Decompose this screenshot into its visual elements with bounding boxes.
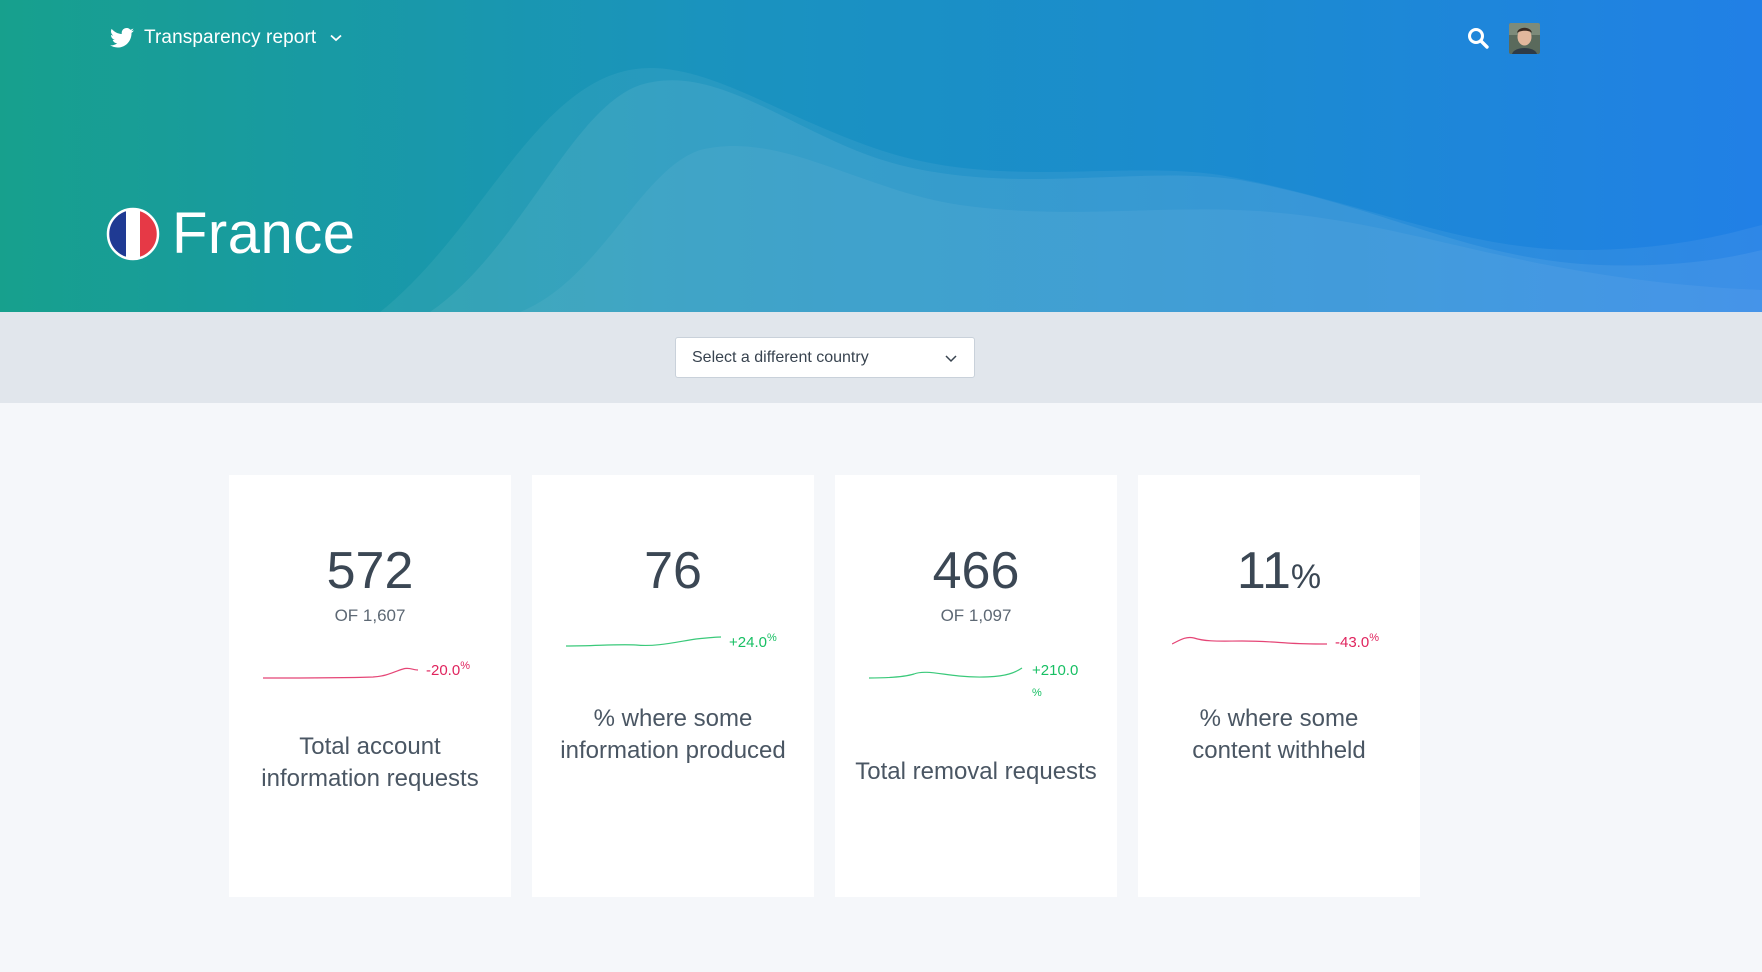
stat-card-info-produced[interactable]: 76 +24.0% % where some information produ… [532, 475, 814, 897]
brand-menu[interactable]: Transparency report [110, 24, 342, 52]
stat-total: OF 1,607 [334, 606, 406, 625]
trend-delta: +210.0% [1032, 662, 1079, 699]
stat-value: 466 [932, 542, 1020, 600]
trend-delta: -20.0% [426, 660, 470, 679]
stat-card-account-requests[interactable]: 572 OF 1,607 -20.0% Total account inform… [229, 475, 511, 897]
top-navigation-bar: Transparency report [0, 0, 1762, 76]
country-heading: France [106, 205, 356, 263]
chevron-down-icon [945, 354, 957, 362]
brand-label: Transparency report [144, 27, 317, 48]
country-selector-bar: Select a different country [0, 312, 1762, 403]
page-title: France [172, 201, 356, 266]
trend-delta: -43.0% [1335, 632, 1379, 651]
stat-label: % where some information produced [560, 705, 786, 764]
stat-card-content-withheld[interactable]: 11% -43.0% % where some content withheld [1138, 475, 1420, 897]
stat-label: % where some content withheld [1192, 705, 1366, 764]
trend-sparkline [566, 636, 722, 647]
country-select-dropdown[interactable]: Select a different country [675, 337, 975, 378]
stat-value: 572 [326, 542, 414, 600]
trend-sparkline [869, 667, 1023, 679]
hero-banner: Transparency report France [0, 0, 1762, 312]
country-select-label: Select a different country [692, 348, 869, 366]
chevron-down-icon [330, 34, 342, 42]
stat-value: 76 [644, 542, 702, 600]
trend-delta: +24.0% [729, 632, 777, 651]
stat-card-removal-requests[interactable]: 466 OF 1,097 +210.0% Total removal reque… [835, 475, 1117, 897]
trend-sparkline [1172, 636, 1328, 645]
stat-value: 11% [1236, 542, 1322, 600]
search-icon[interactable] [1466, 26, 1490, 50]
stat-total: OF 1,097 [940, 606, 1012, 625]
trend-sparkline [263, 667, 419, 679]
stat-label: Total account information requests [261, 733, 479, 792]
avatar[interactable] [1509, 23, 1540, 54]
twitter-bird-icon [110, 28, 134, 48]
stat-label: Total removal requests [855, 758, 1097, 785]
france-flag-icon [106, 207, 160, 261]
